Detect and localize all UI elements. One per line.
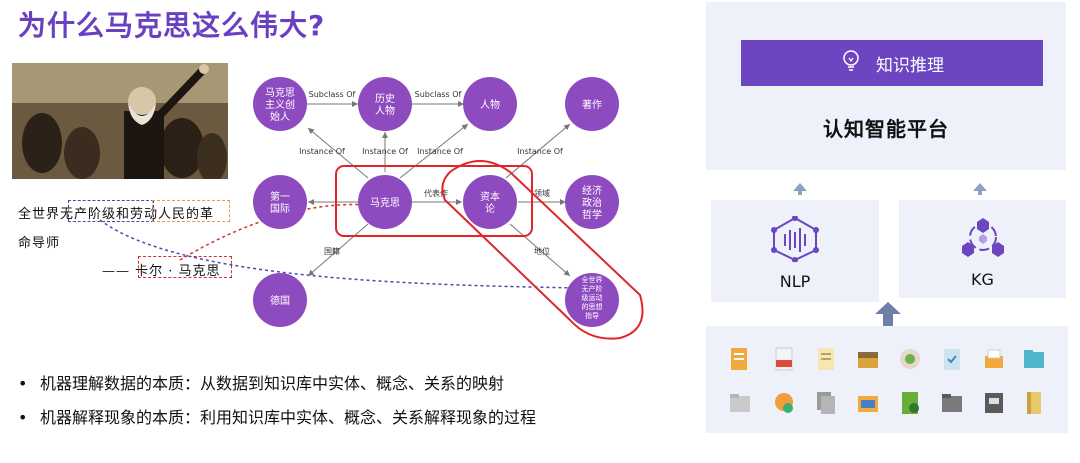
svg-text:国际: 国际 <box>270 203 290 215</box>
svg-text:级运动: 级运动 <box>582 293 603 302</box>
node-historical-label: 历史 <box>375 93 395 105</box>
svg-text:始人: 始人 <box>270 110 290 123</box>
document-icon <box>817 392 835 414</box>
document-icon <box>775 393 793 413</box>
kg-label: KG <box>971 270 994 289</box>
document-icon <box>985 393 1003 413</box>
folder-icon <box>1024 350 1044 368</box>
edge-label-instance-2: Instance Of <box>362 147 408 156</box>
folder-icon <box>858 352 878 368</box>
folder-icon <box>858 396 878 412</box>
svg-text:主义创: 主义创 <box>265 98 295 111</box>
arrow-up-icon <box>875 302 901 326</box>
nlp-network-icon <box>770 215 820 266</box>
kg-card: KG <box>899 200 1066 298</box>
node-marx-label: 马克思 <box>370 197 400 209</box>
data-sources-panel <box>706 326 1068 433</box>
cognitive-platform-panel <box>706 2 1066 170</box>
svg-text:论: 论 <box>485 202 495 215</box>
document-icon <box>818 348 834 370</box>
node-germany-label: 德国 <box>270 294 290 307</box>
nlp-label: NLP <box>779 272 811 291</box>
knowledge-reasoning-bar: 知识推理 <box>741 40 1043 86</box>
kg-graph-icon <box>958 214 1008 264</box>
edge-label-subclass-2: Subclass Of <box>415 90 462 99</box>
platform-title: 认知智能平台 <box>823 117 949 141</box>
document-icon <box>775 347 793 371</box>
node-work-label: 著作 <box>582 98 602 111</box>
svg-text:人物: 人物 <box>375 104 395 117</box>
lightbulb-icon <box>840 49 862 77</box>
document-icon <box>900 349 920 369</box>
node-guiding-label: 全世界 <box>582 275 603 284</box>
edge-label-status: 地位 <box>534 246 550 256</box>
svg-text:哲学: 哲学 <box>582 208 602 221</box>
document-icon <box>902 392 919 414</box>
node-economics-label: 经济 <box>582 184 602 197</box>
nlp-card: NLP <box>711 200 879 302</box>
edge-label-instance-4: Instance Of <box>517 147 563 156</box>
document-icon <box>985 349 1003 368</box>
bullet-1: • 机器理解数据的本质：从数据到知识库中实体、概念、关系的映射 <box>18 374 505 393</box>
document-icon <box>731 348 747 370</box>
svg-text:政治: 政治 <box>582 196 602 209</box>
bullet-dot: • <box>18 374 28 393</box>
node-first-intl-label: 第一 <box>270 190 290 203</box>
edge-label-instance-1: Instance Of <box>299 147 345 156</box>
bullet-dot: • <box>18 408 28 427</box>
svg-text:的思想: 的思想 <box>582 302 603 311</box>
knowledge-reasoning-label: 知识推理 <box>876 55 944 76</box>
knowledge-graph: Subclass Of Subclass Of Instance Of Inst… <box>253 77 644 340</box>
node-person-label: 人物 <box>480 98 500 111</box>
edge-label-nationality: 国籍 <box>324 246 340 256</box>
svg-text:无产阶: 无产阶 <box>582 284 603 293</box>
folder-icon <box>730 394 750 412</box>
folder-icon <box>942 394 962 412</box>
bullet-2: • 机器解释现象的本质：利用知识库中实体、概念、关系解释现象的过程 <box>18 408 537 427</box>
arrow-up-icon <box>973 183 987 195</box>
document-icon <box>944 349 960 370</box>
node-founder-label-1: 马克思 <box>265 87 295 99</box>
edge-label-instance-3: Instance Of <box>417 147 463 156</box>
document-icon <box>1027 392 1041 414</box>
arrow-up-icon <box>793 183 807 195</box>
edge-label-subclass-1: Subclass Of <box>309 90 356 99</box>
svg-text:指导: 指导 <box>585 311 599 320</box>
node-capital-label: 资本 <box>480 190 500 203</box>
